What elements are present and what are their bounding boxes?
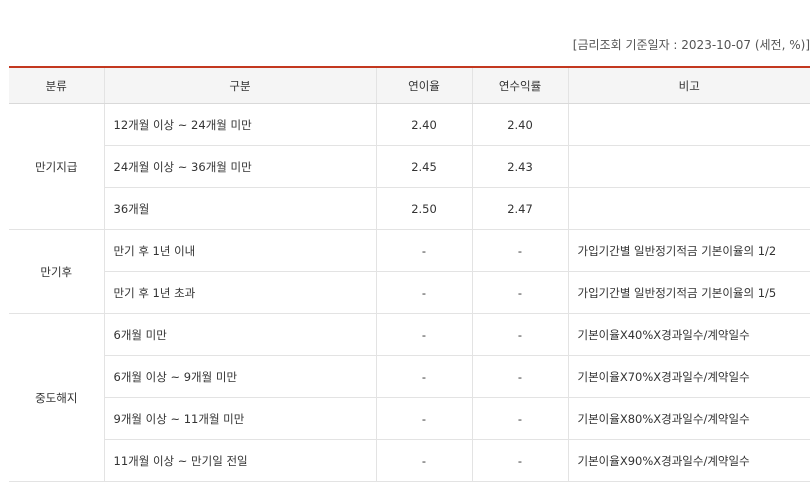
annual-rate-cell: 2.45: [375, 145, 472, 188]
annual-rate-cell: -: [375, 313, 472, 356]
table-row: 36개월 2.50 2.47: [9, 187, 810, 230]
annual-rate-cell: -: [375, 271, 472, 314]
remarks-cell: [567, 103, 810, 146]
division-cell: 6개월 이상 ~ 9개월 미만: [103, 355, 376, 398]
annual-yield-cell: -: [471, 439, 568, 482]
table-row: 만기 후 1년 초과 - - 가입기간별 일반정기적금 기본이율의 1/5: [9, 271, 810, 314]
annual-rate-cell: -: [375, 439, 472, 482]
header-annual-rate: 연이율: [375, 66, 472, 104]
annual-rate-cell: -: [375, 229, 472, 272]
division-cell: 만기 후 1년 이내: [103, 229, 376, 272]
rate-page: [금리조회 기준일자 : 2023-10-07 (세전, %)] 분류 구분 연…: [0, 0, 812, 504]
table-row: 만기후 만기 후 1년 이내 - - 가입기간별 일반정기적금 기본이율의 1/…: [9, 229, 810, 314]
annual-yield-cell: -: [471, 229, 568, 272]
annual-rate-cell: 2.50: [375, 187, 472, 230]
header-category: 분류: [9, 66, 104, 104]
annual-rate-cell: 2.40: [375, 103, 472, 146]
remarks-cell: 기본이율X90%X경과일수/계약일수: [567, 439, 810, 482]
annual-yield-cell: -: [471, 313, 568, 356]
table-row: 중도해지 6개월 미만 - - 기본이율X40%X경과일수/계약일수: [9, 313, 810, 482]
group-label: 만기지급: [9, 103, 104, 230]
division-cell: 36개월: [103, 187, 376, 230]
remarks-cell: 가입기간별 일반정기적금 기본이율의 1/5: [567, 271, 810, 314]
table-row: 6개월 이상 ~ 9개월 미만 - - 기본이율X70%X경과일수/계약일수: [9, 355, 810, 398]
rate-reference-date: [금리조회 기준일자 : 2023-10-07 (세전, %)]: [572, 38, 810, 52]
annual-yield-cell: -: [471, 397, 568, 440]
group-label: 만기후: [9, 229, 104, 314]
header-division: 구분: [103, 66, 376, 104]
table-row: 9개월 이상 ~ 11개월 미만 - - 기본이율X80%X경과일수/계약일수: [9, 397, 810, 440]
annual-rate-cell: -: [375, 397, 472, 440]
annual-yield-cell: -: [471, 355, 568, 398]
division-cell: 12개월 이상 ~ 24개월 미만: [103, 103, 376, 146]
remarks-cell: [567, 145, 810, 188]
annual-yield-cell: 2.43: [471, 145, 568, 188]
group-label: 중도해지: [9, 313, 104, 482]
interest-rate-table: 분류 구분 연이율 연수익률 비고 만기지급 12개월 이상 ~ 24개월 미만…: [9, 66, 810, 482]
header-remarks: 비고: [567, 66, 810, 104]
table-row: 만기지급 12개월 이상 ~ 24개월 미만 2.40 2.40: [9, 103, 810, 230]
annual-yield-cell: 2.40: [471, 103, 568, 146]
annual-rate-cell: -: [375, 355, 472, 398]
header-annual-yield: 연수익률: [471, 66, 568, 104]
division-cell: 9개월 이상 ~ 11개월 미만: [103, 397, 376, 440]
remarks-cell: 기본이율X40%X경과일수/계약일수: [567, 313, 810, 356]
remarks-cell: 기본이율X70%X경과일수/계약일수: [567, 355, 810, 398]
table-row: 11개월 이상 ~ 만기일 전일 - - 기본이율X90%X경과일수/계약일수: [9, 439, 810, 482]
table-row: 24개월 이상 ~ 36개월 미만 2.45 2.43: [9, 145, 810, 188]
annual-yield-cell: -: [471, 271, 568, 314]
remarks-cell: 기본이율X80%X경과일수/계약일수: [567, 397, 810, 440]
division-cell: 6개월 미만: [103, 313, 376, 356]
division-cell: 11개월 이상 ~ 만기일 전일: [103, 439, 376, 482]
division-cell: 만기 후 1년 초과: [103, 271, 376, 314]
table-header-row: 분류 구분 연이율 연수익률 비고: [9, 66, 810, 104]
remarks-cell: [567, 187, 810, 230]
remarks-cell: 가입기간별 일반정기적금 기본이율의 1/2: [567, 229, 810, 272]
annual-yield-cell: 2.47: [471, 187, 568, 230]
division-cell: 24개월 이상 ~ 36개월 미만: [103, 145, 376, 188]
